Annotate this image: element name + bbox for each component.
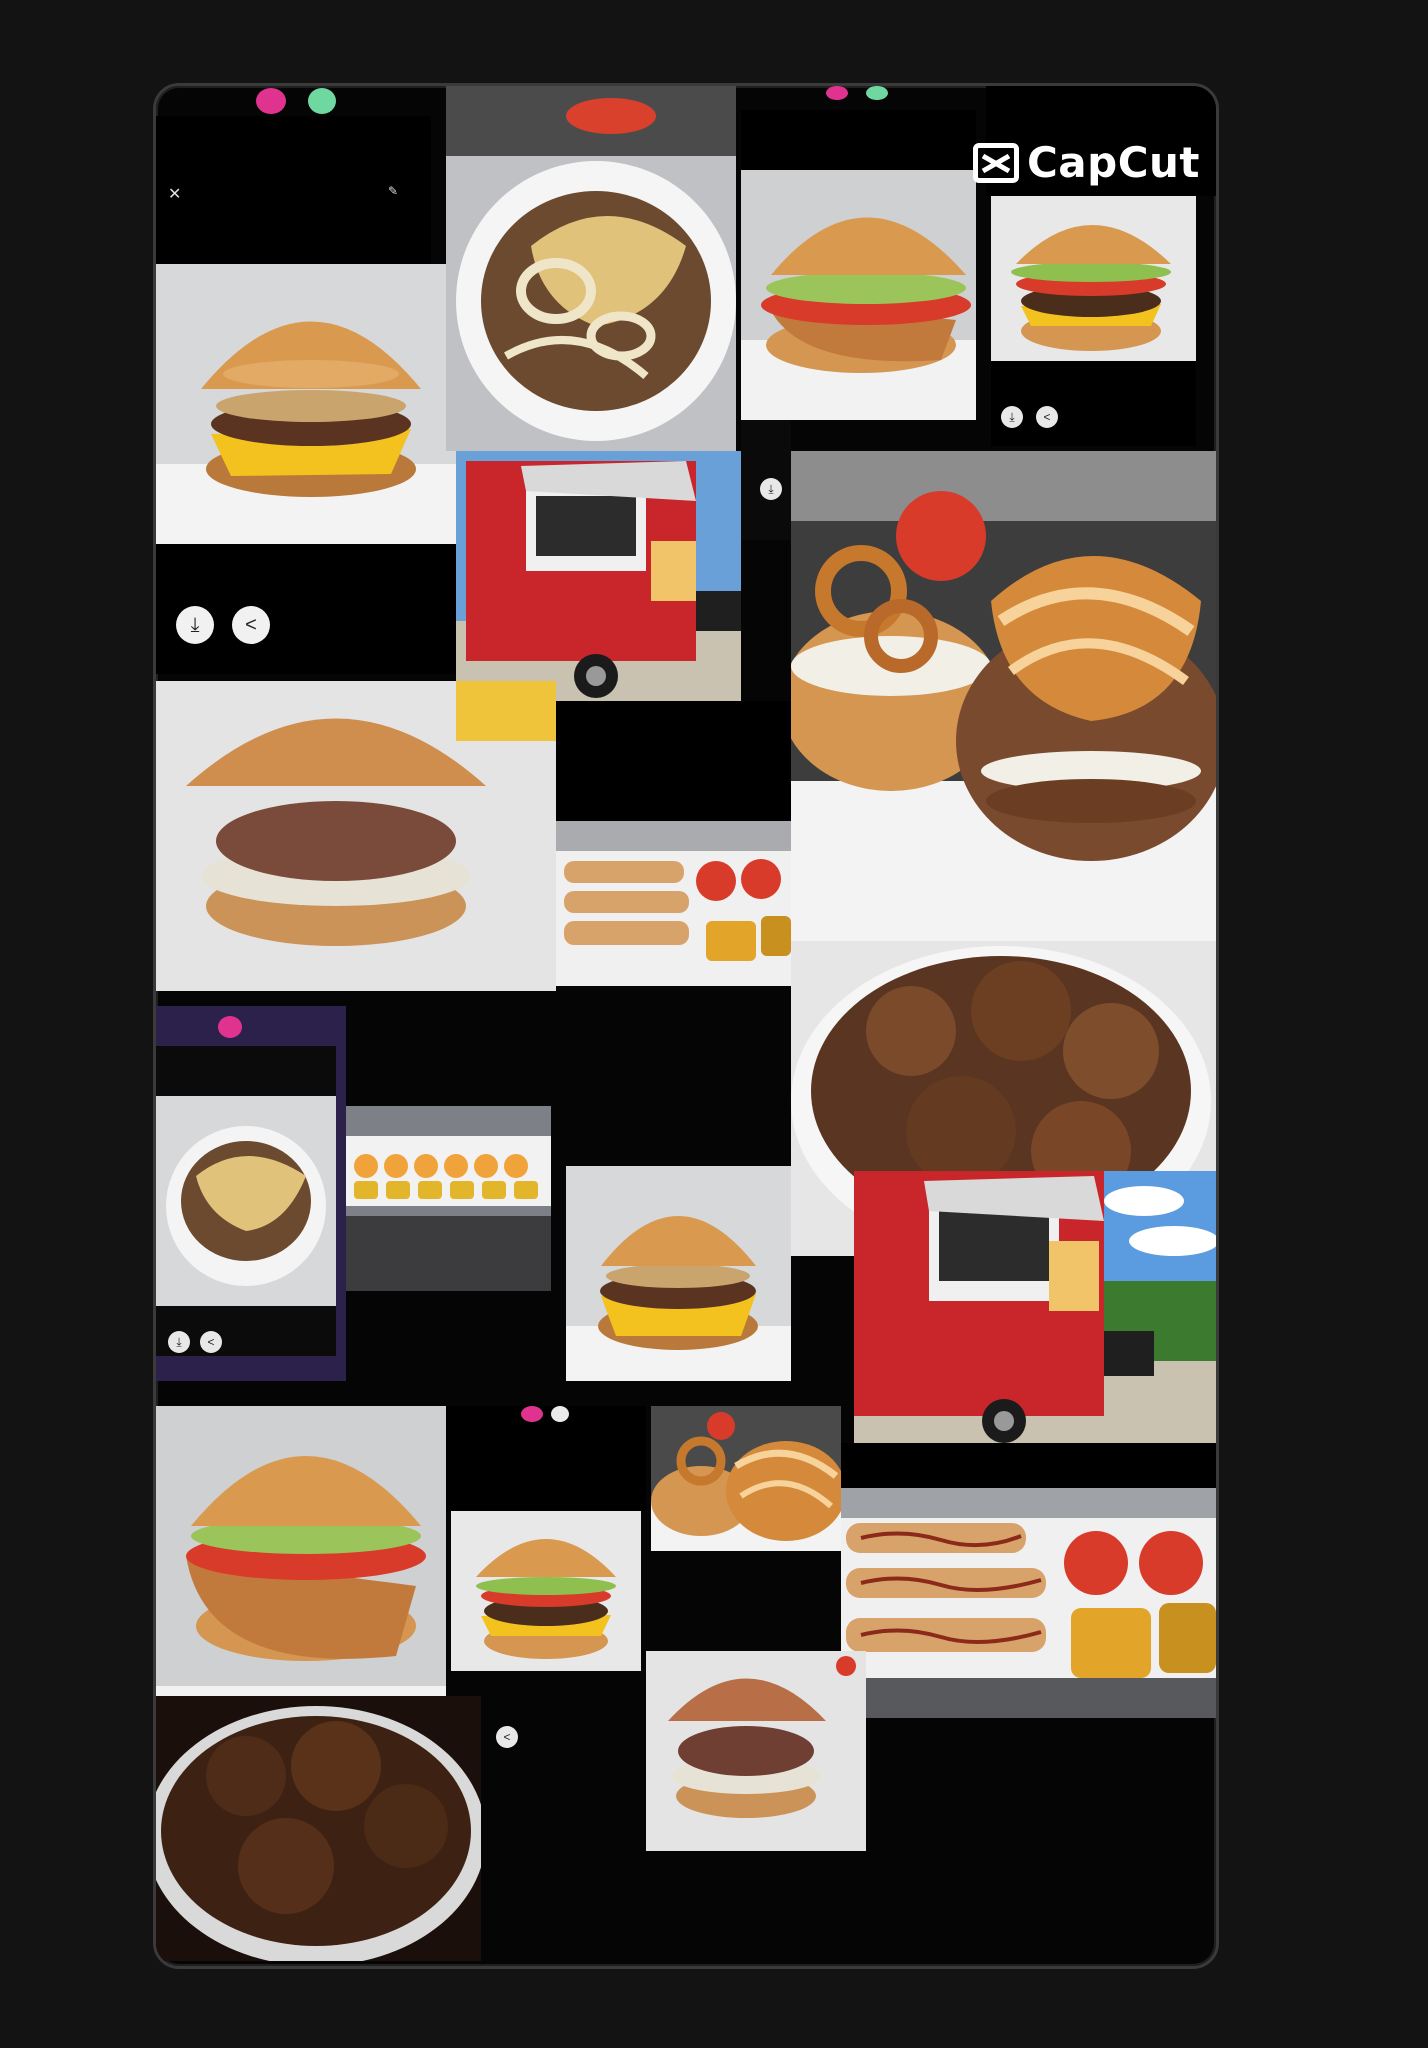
share-icon[interactable]: < — [1036, 406, 1058, 428]
photo-steak-onions — [446, 86, 736, 451]
photo-food-truck-2 — [854, 1171, 1216, 1443]
download-icon[interactable]: ⤓ — [168, 1331, 190, 1353]
app-icon-green — [866, 86, 888, 100]
photo-burgers-tray — [346, 1106, 551, 1291]
app-icon-pink — [521, 1406, 543, 1422]
photo-hotdogs-spread — [556, 821, 791, 986]
screenshot-footer-bar — [991, 361, 1196, 446]
capcut-wordmark: CapCut — [1026, 138, 1200, 187]
photo-coleslaw-burger-2 — [646, 1651, 866, 1851]
photo-cheeseburger — [156, 264, 466, 544]
app-icon-pink — [826, 86, 848, 100]
edit-icon[interactable]: ✎ — [388, 184, 398, 198]
share-icon[interactable]: < — [232, 606, 270, 644]
share-icon[interactable]: < — [200, 1331, 222, 1353]
download-icon[interactable]: ⤓ — [1001, 406, 1023, 428]
photo-gap-bar — [841, 1443, 1216, 1488]
photo-burger-small — [991, 196, 1196, 361]
photo-hotdogs-spread-2 — [841, 1488, 1216, 1718]
photo-coleslaw-burger — [156, 681, 556, 991]
photo-onion-ring-burgers — [791, 451, 1216, 941]
photo-onion-ring-burgers-2 — [651, 1406, 841, 1551]
phone-frame: ✕ ✎ ⤓ < ⤓ CapCut ⤓ < ⤓ < < — [153, 83, 1219, 1969]
photo-fried-chicken-2 — [156, 1696, 481, 1961]
screenshot-header-bar — [741, 110, 976, 170]
photo-burger-small-2 — [451, 1511, 641, 1671]
app-icon-pink — [256, 88, 286, 114]
screenshot-header-bar — [446, 1406, 646, 1511]
photo-phone-screenshot-steak — [156, 1006, 346, 1381]
photo-food-truck — [456, 451, 741, 701]
app-icon-white — [551, 1406, 569, 1422]
photo-cheeseburger-2 — [566, 1166, 791, 1381]
download-icon[interactable]: ⤓ — [176, 606, 214, 644]
photo-gap-bar — [556, 701, 791, 821]
app-icon-pink — [218, 1016, 242, 1038]
download-icon[interactable]: ⤓ — [760, 478, 782, 500]
share-icon[interactable]: < — [496, 1726, 518, 1748]
capcut-logo-icon — [972, 142, 1019, 183]
photo-chicken-sandwich — [741, 170, 976, 420]
capcut-watermark: CapCut — [972, 138, 1200, 187]
app-icon-green — [308, 88, 336, 114]
close-icon[interactable]: ✕ — [168, 184, 181, 204]
